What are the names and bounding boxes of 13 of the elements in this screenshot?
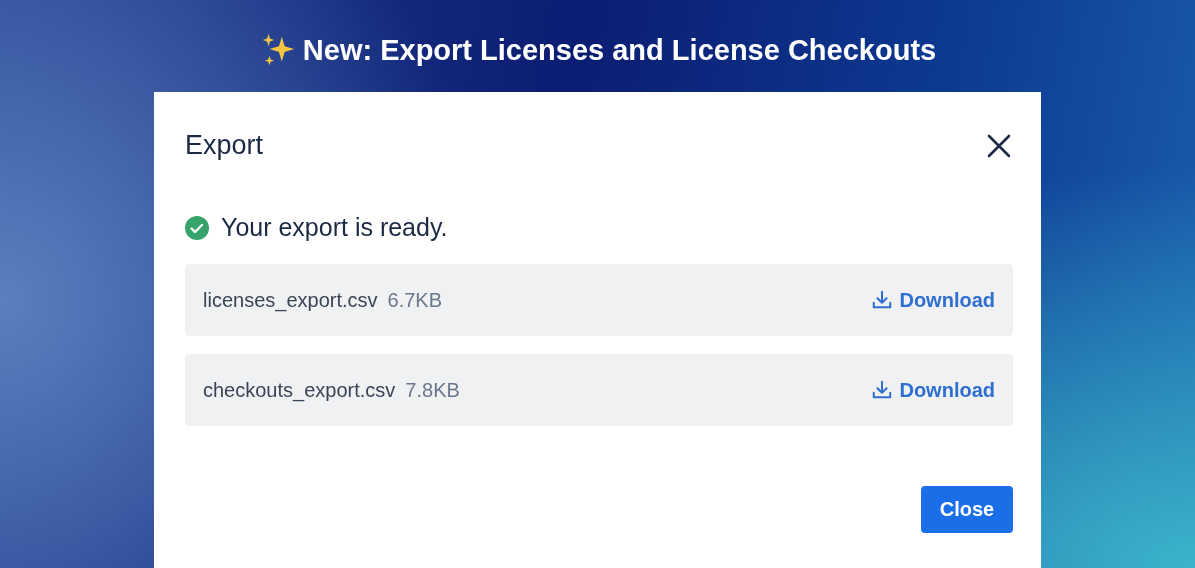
dialog-title: Export [185,130,264,161]
file-name: licenses_export.csv [203,288,378,312]
download-link[interactable]: Download [871,288,995,312]
download-link[interactable]: Download [871,378,995,402]
status-message: Your export is ready. [221,213,448,242]
check-circle-icon [185,215,209,240]
banner-title: New: Export Licenses and License Checkouts [302,33,937,67]
download-icon [871,289,894,311]
download-icon [871,379,894,401]
file-size: 7.8KB [405,378,460,402]
file-name: checkouts_export.csv [203,378,396,402]
file-size: 6.7KB [387,288,442,312]
close-button[interactable]: Close [921,486,1013,533]
